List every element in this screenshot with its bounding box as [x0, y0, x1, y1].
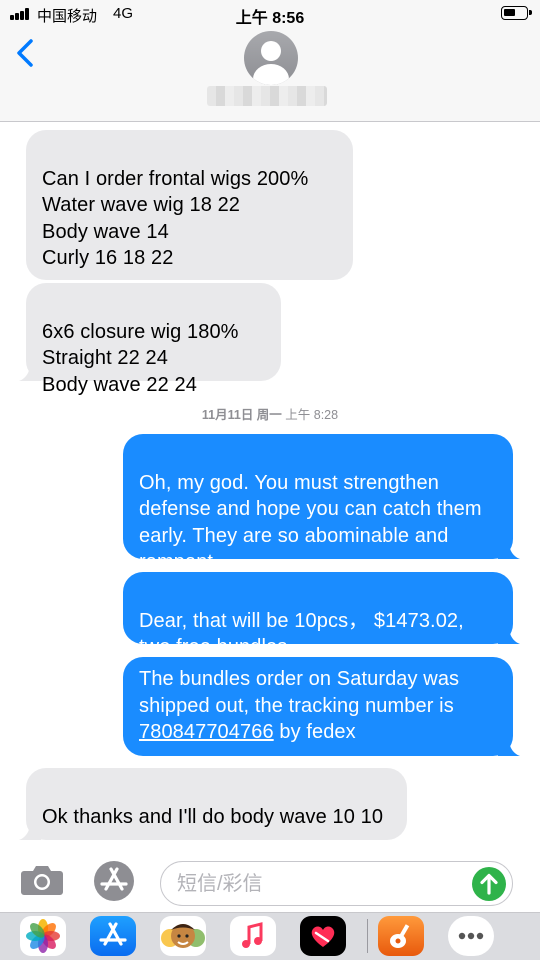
message-text: The bundles order on Saturday was shippe… — [139, 668, 460, 717]
message-thread[interactable]: Can I order frontal wigs 200% Water wave… — [0, 123, 540, 846]
arrow-up-icon — [480, 873, 498, 895]
battery-icon — [501, 6, 532, 20]
camera-icon[interactable] — [20, 864, 64, 896]
send-button[interactable] — [472, 867, 506, 901]
message-field[interactable] — [160, 861, 513, 906]
contact-avatar[interactable] — [244, 31, 298, 85]
photos-icon[interactable] — [20, 916, 66, 956]
memoji-icon[interactable] — [160, 916, 206, 956]
tracking-number-link[interactable]: 780847704766 — [139, 721, 274, 743]
more-icon[interactable] — [448, 916, 494, 956]
message-text: by fedex — [273, 721, 356, 743]
message-text: 6x6 closure wig 180% Straight 22 24 Body… — [42, 320, 239, 396]
incoming-message[interactable]: 6x6 closure wig 180% Straight 22 24 Body… — [19, 283, 281, 396]
bubble-tail — [498, 539, 520, 559]
bubble-tail — [19, 820, 41, 840]
bubble-tail — [498, 624, 520, 644]
outgoing-message[interactable]: Dear, that will be 10pcs， $1473.02, two … — [123, 572, 520, 658]
message-input-bar — [0, 846, 540, 912]
digital-touch-icon[interactable] — [300, 916, 346, 956]
message-text: Can I order frontal wigs 200% Water wave… — [42, 167, 309, 270]
outgoing-message[interactable]: The bundles order on Saturday was shippe… — [123, 657, 520, 756]
bubble-tail — [498, 736, 520, 756]
incoming-message[interactable]: Can I order frontal wigs 200% Water wave… — [26, 130, 353, 280]
bubble-tail — [19, 361, 41, 381]
contact-name-redacted[interactable] — [207, 86, 327, 106]
incoming-message[interactable]: Ok thanks and I'll do body wave 10 10 — [19, 768, 407, 840]
message-text: Dear, that will be 10pcs， $1473.02, two … — [139, 609, 464, 659]
timestamp-date: 11月11日 周一 — [201, 408, 282, 422]
garageband-icon[interactable] — [378, 916, 424, 956]
imessage-app-drawer — [0, 912, 540, 960]
drawer-divider — [367, 919, 368, 953]
music-icon[interactable] — [230, 916, 276, 956]
status-time: 上午 8:56 — [235, 10, 305, 27]
timestamp: 11月11日 周一 上午 8:28 — [0, 404, 540, 423]
message-text: Oh, my god. You must strengthen defense … — [139, 471, 482, 574]
status-bar: 中国移动 4G 上午 8:56 — [0, 0, 540, 28]
app-store-icon[interactable] — [91, 860, 137, 902]
back-chevron-icon[interactable] — [14, 38, 40, 68]
timestamp-time: 上午 8:28 — [285, 408, 339, 422]
app-store-icon[interactable] — [90, 916, 136, 956]
outgoing-message[interactable]: Oh, my god. You must strengthen defense … — [123, 434, 520, 573]
message-text: Ok thanks and I'll do body wave 10 10 — [42, 805, 384, 828]
conversation-header — [0, 28, 540, 122]
message-input[interactable] — [177, 870, 467, 898]
